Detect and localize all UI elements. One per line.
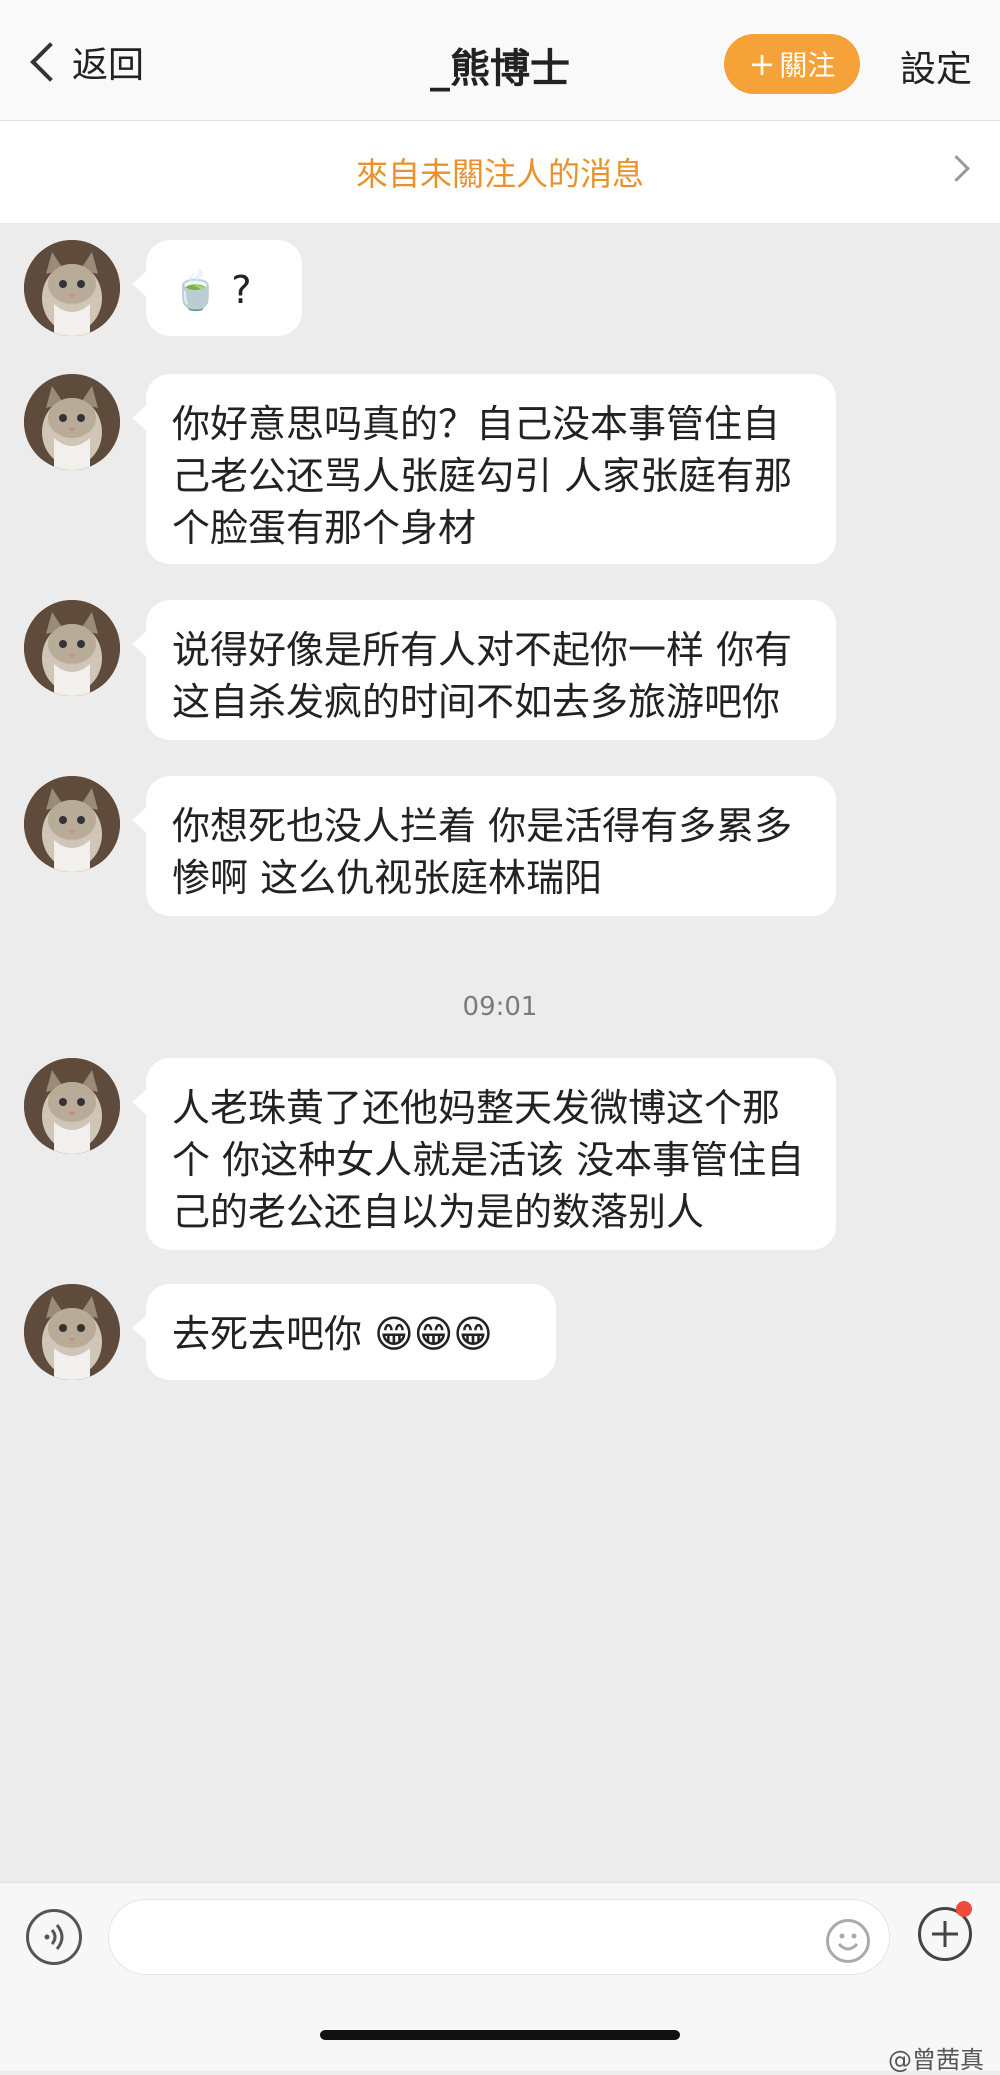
cat-avatar-image (24, 1284, 120, 1380)
back-button[interactable]: 返回 (24, 36, 144, 88)
message-bubble[interactable]: 你好意思吗真的？自己没本事管住自己老公还骂人张庭勾引 人家张庭有那个脸蛋有那个身… (132, 374, 836, 564)
timestamp: 09:01 (462, 992, 538, 1022)
cat-avatar-image (24, 240, 120, 336)
emoji-icon[interactable] (826, 1919, 870, 1963)
follow-label: 關注 (779, 49, 836, 82)
chevron-right-icon (943, 155, 970, 182)
avatar[interactable] (24, 374, 120, 470)
avatar[interactable] (24, 600, 120, 696)
avatar[interactable] (24, 776, 120, 872)
avatar[interactable] (24, 240, 120, 336)
cat-avatar-image (24, 600, 120, 696)
follow-button[interactable]: + 關注 (724, 34, 860, 94)
top-nav-bar: 返回 _熊博士 + 關注 設定 (0, 0, 1000, 121)
unfollowed-message-notice[interactable]: 來自未關注人的消息 (0, 121, 1000, 224)
message-composer (0, 1882, 1000, 2071)
cat-avatar-image (24, 1058, 120, 1154)
notification-dot (956, 1901, 972, 1917)
notice-text: 來自未關注人的消息 (355, 155, 644, 193)
message-bubble[interactable]: 说得好像是所有人对不起你一样 你有这自杀发疯的时间不如去多旅游吧你 (132, 600, 836, 740)
message-input[interactable] (108, 1899, 890, 1975)
message-bubble[interactable]: 去死去吧你 😁😁😁 (132, 1284, 556, 1380)
message-bubble[interactable]: 你想死也没人拦着 你是活得有多累多惨啊 这么仇视张庭林瑞阳 (132, 776, 836, 916)
avatar[interactable] (24, 1284, 120, 1380)
cat-avatar-image (24, 374, 120, 470)
back-chevron-icon (30, 42, 70, 82)
settings-button[interactable]: 設定 (900, 40, 972, 92)
message-bubble[interactable]: 人老珠黄了还他妈整天发微博这个那个 你这种女人就是活该 没本事管住自己的老公还自… (132, 1058, 836, 1250)
home-indicator (320, 2030, 680, 2040)
voice-icon[interactable] (26, 1909, 82, 1965)
back-label: 返回 (72, 45, 145, 86)
plus-icon: + (748, 45, 776, 83)
cat-avatar-image (24, 776, 120, 872)
avatar[interactable] (24, 1058, 120, 1154)
message-bubble[interactable]: 🍵 ? (132, 240, 302, 336)
